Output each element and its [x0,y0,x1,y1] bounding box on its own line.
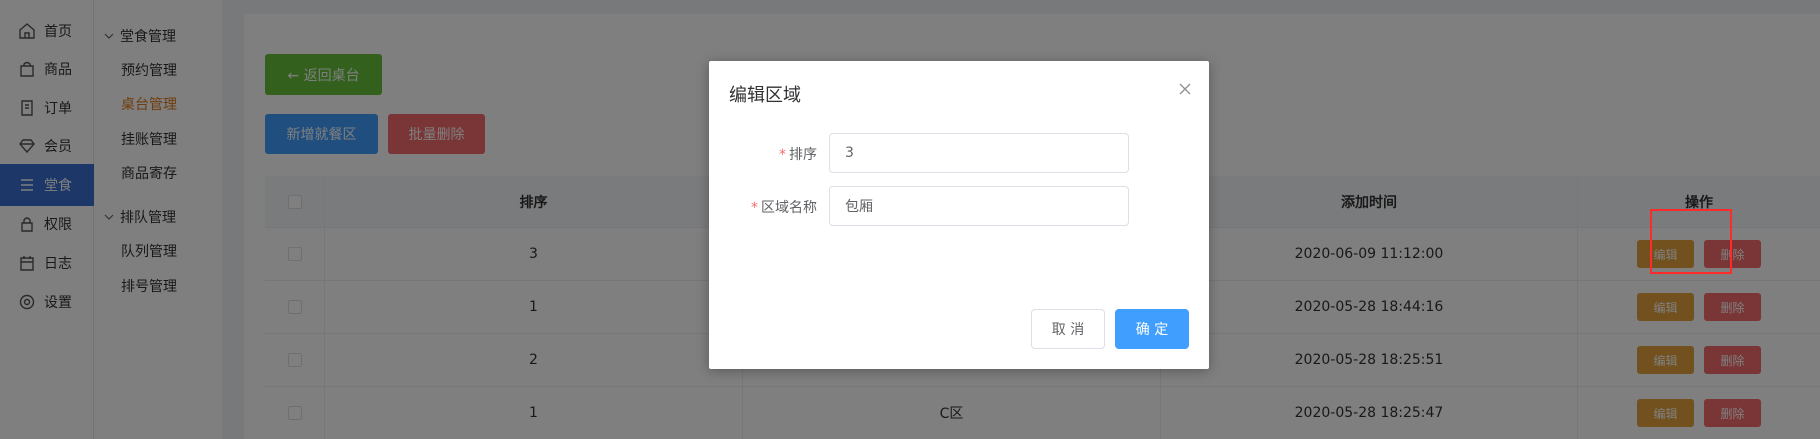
sort-field-label: * 排序 [779,147,817,163]
highlight-box [1650,209,1732,274]
cancel-button[interactable]: 取 消 [1031,309,1105,349]
edit-area-dialog: 编辑区域 *排序 *区域名称 取 消 确 定 [709,61,1209,369]
required-mark: * [779,147,786,163]
area-name-field-label: * 区域名称 [751,200,817,216]
close-icon[interactable] [1177,81,1193,97]
sort-input[interactable] [829,133,1129,173]
dialog-title: 编辑区域 [729,85,801,106]
area-name-input[interactable] [829,186,1129,226]
required-mark: * [751,200,758,216]
confirm-button[interactable]: 确 定 [1115,309,1189,349]
